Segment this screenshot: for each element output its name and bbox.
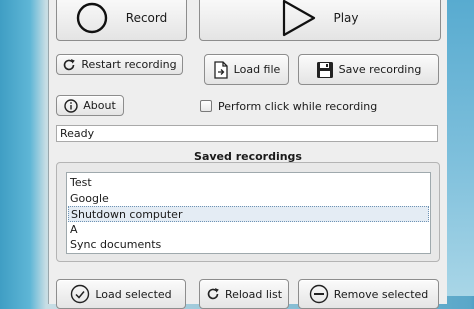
record-button[interactable]: Record [56, 0, 187, 41]
perform-click-label: Perform click while recording [218, 99, 378, 113]
file-icon [213, 60, 229, 79]
reload-list-label: Reload list [224, 287, 283, 301]
perform-click-option[interactable]: Perform click while recording [200, 98, 377, 114]
load-selected-label: Load selected [95, 287, 172, 301]
load-file-button[interactable]: Load file [204, 54, 289, 85]
load-selected-button[interactable]: Load selected [56, 279, 186, 309]
reload-icon [206, 287, 220, 301]
perform-click-checkbox[interactable] [200, 100, 212, 112]
app-window: Record Play Restart recording Load file … [48, 0, 447, 309]
floppy-disk-icon [316, 61, 334, 79]
play-button[interactable]: Play [199, 0, 441, 41]
list-item[interactable]: Test [67, 175, 430, 191]
info-icon [64, 98, 78, 113]
check-circle-icon [70, 284, 90, 304]
remove-selected-label: Remove selected [333, 287, 429, 301]
record-icon [76, 2, 108, 34]
refresh-icon [62, 58, 76, 72]
record-label: Record [125, 10, 168, 25]
status-field: Ready [56, 125, 438, 142]
load-file-label: Load file [233, 63, 281, 76]
saved-recordings-title: Saved recordings [194, 150, 302, 163]
reload-list-button[interactable]: Reload list [199, 279, 289, 309]
save-recording-button[interactable]: Save recording [298, 54, 439, 85]
save-recording-label: Save recording [338, 63, 422, 76]
list-item[interactable]: A [67, 222, 430, 238]
saved-recordings-list[interactable]: Test Google Shutdown computer A Sync doc… [66, 172, 431, 254]
remove-selected-button[interactable]: Remove selected [298, 279, 439, 309]
list-item-selected[interactable]: Shutdown computer [68, 206, 429, 222]
about-button[interactable]: About [56, 95, 124, 116]
about-label: About [83, 99, 116, 112]
play-icon [281, 0, 317, 37]
minus-circle-icon [309, 284, 329, 304]
list-item[interactable]: Google [67, 191, 430, 207]
play-label: Play [333, 10, 359, 25]
restart-recording-label: Restart recording [81, 58, 177, 71]
list-item[interactable]: Sync documents [67, 237, 430, 253]
desktop-background [446, 0, 474, 296]
restart-recording-button[interactable]: Restart recording [56, 54, 183, 75]
